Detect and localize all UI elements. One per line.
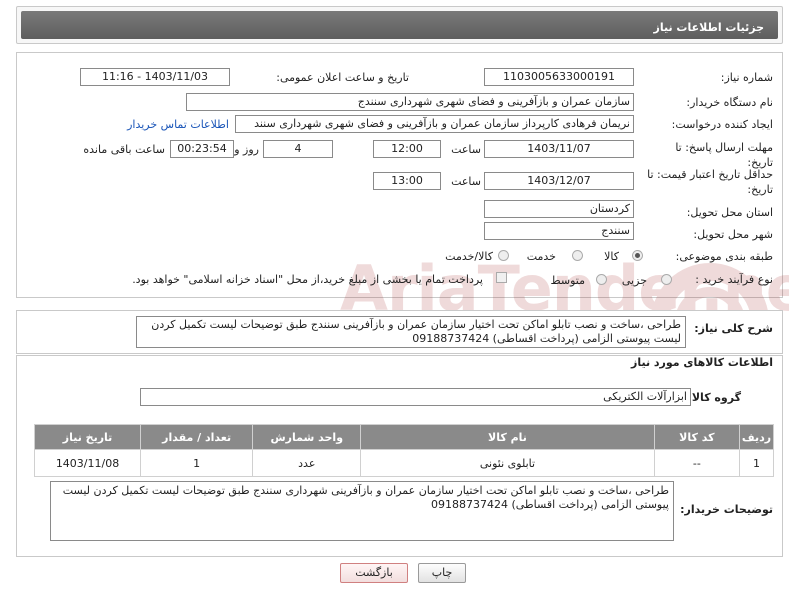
deadline-label: مهلت ارسال پاسخ: تا تاریخ: — [675, 141, 773, 169]
print-button[interactable]: چاپ — [418, 563, 466, 583]
remaining-label: ساعت باقی مانده — [83, 143, 165, 156]
goods-group-field: ابزارآلات الکتریکی — [140, 388, 691, 406]
need-number-field: 1103005633000191 — [484, 68, 634, 86]
cell-unit: عدد — [252, 449, 362, 477]
days-label: روز و — [234, 143, 259, 156]
table-row: 1 -- تابلوی نئونی عدد 1 1403/11/08 — [33, 449, 774, 477]
validity-time-label: ساعت — [451, 175, 481, 188]
goods-table-header: ردیف کد کالا نام کالا واحد شمارش تعداد /… — [33, 424, 774, 450]
summary-text-area: طراحی ،ساخت و نصب تابلو اماکن تحت اختیار… — [136, 316, 686, 348]
validity-date-field: 1403/12/07 — [484, 172, 634, 190]
deadline-time-field: 12:00 — [373, 140, 441, 158]
col-name-header: نام کالا — [360, 424, 655, 450]
goods-group-label: گروه کالا: — [687, 391, 741, 404]
validity-time-field: 13:00 — [373, 172, 441, 190]
process-medium-label: متوسط — [550, 274, 585, 287]
creator-field: نریمان فرهادی کارپرداز سازمان عمران و با… — [235, 115, 634, 133]
buyer-notes-label: توضیحات خریدار: — [680, 503, 773, 516]
category-label: طبقه بندی موضوعی: — [675, 250, 773, 263]
page-header: جزئیات اطلاعات نیاز — [16, 6, 783, 44]
process-label: نوع فرآیند خرید : — [695, 273, 773, 286]
buyer-contact-link[interactable]: اطلاعات تماس خریدار — [127, 118, 229, 131]
col-unit-header: واحد شمارش — [252, 424, 362, 450]
category-goods-radio[interactable] — [632, 250, 643, 261]
buyer-org-label: نام دستگاه خریدار: — [686, 96, 773, 109]
province-label: استان محل تحویل: — [686, 206, 773, 219]
city-label: شهر محل تحویل: — [693, 228, 773, 241]
col-row-header: ردیف — [739, 424, 774, 450]
buyer-org-field: سازمان عمران و بازآفرینی و فضای شهری شهر… — [186, 93, 634, 111]
process-medium-radio[interactable] — [596, 274, 607, 285]
cell-date: 1403/11/08 — [33, 449, 142, 477]
process-minor-radio[interactable] — [661, 274, 672, 285]
cell-name: تابلوی نئونی — [360, 449, 655, 477]
remaining-time-field: 00:23:54 — [170, 140, 234, 158]
announce-label: تاریخ و ساعت اعلان عمومی: — [276, 71, 409, 84]
cell-code: -- — [653, 449, 741, 477]
category-service-label: خدمت — [526, 250, 556, 263]
validity-label: حداقل تاریخ اعتبار قیمت: تا تاریخ: — [647, 168, 773, 196]
deadline-date-field: 1403/11/07 — [484, 140, 634, 158]
treasury-checkbox[interactable] — [496, 272, 507, 283]
creator-label: ایجاد کننده درخواست: — [671, 118, 773, 131]
cell-row: 1 — [739, 449, 774, 477]
deadline-time-label: ساعت — [451, 143, 481, 156]
category-goods-label: کالا — [604, 250, 619, 263]
category-service-radio[interactable] — [572, 250, 583, 261]
back-button[interactable]: بازگشت — [340, 563, 408, 583]
header-bar: جزئیات اطلاعات نیاز — [21, 11, 778, 39]
treasury-note: پرداخت تمام یا بخشی از مبلغ خرید،از محل … — [132, 273, 483, 286]
category-goods-service-radio[interactable] — [498, 250, 509, 261]
col-code-header: کد کالا — [653, 424, 741, 450]
process-minor-label: جزیی — [621, 274, 647, 287]
col-qty-header: تعداد / مقدار — [140, 424, 254, 450]
goods-table: ردیف کد کالا نام کالا واحد شمارش تعداد /… — [33, 424, 774, 477]
buyer-notes-area: طراحی ،ساخت و نصب تابلو اماکن تحت اختیار… — [50, 481, 674, 541]
summary-label: شرح کلی نیاز: — [694, 322, 773, 335]
col-date-header: تاریخ نیاز — [33, 424, 142, 450]
category-goods-service-label: کالا/خدمت — [445, 250, 493, 263]
cell-qty: 1 — [140, 449, 254, 477]
announce-datetime-field: 1403/11/03 - 11:16 — [80, 68, 230, 86]
city-field: سنندج — [484, 222, 634, 240]
province-field: کردستان — [484, 200, 634, 218]
days-field: 4 — [263, 140, 333, 158]
need-number-label: شماره نیاز: — [720, 71, 773, 84]
goods-section-title: اطلاعات کالاهای مورد نیاز — [631, 356, 773, 369]
page-title: جزئیات اطلاعات نیاز — [653, 21, 765, 34]
